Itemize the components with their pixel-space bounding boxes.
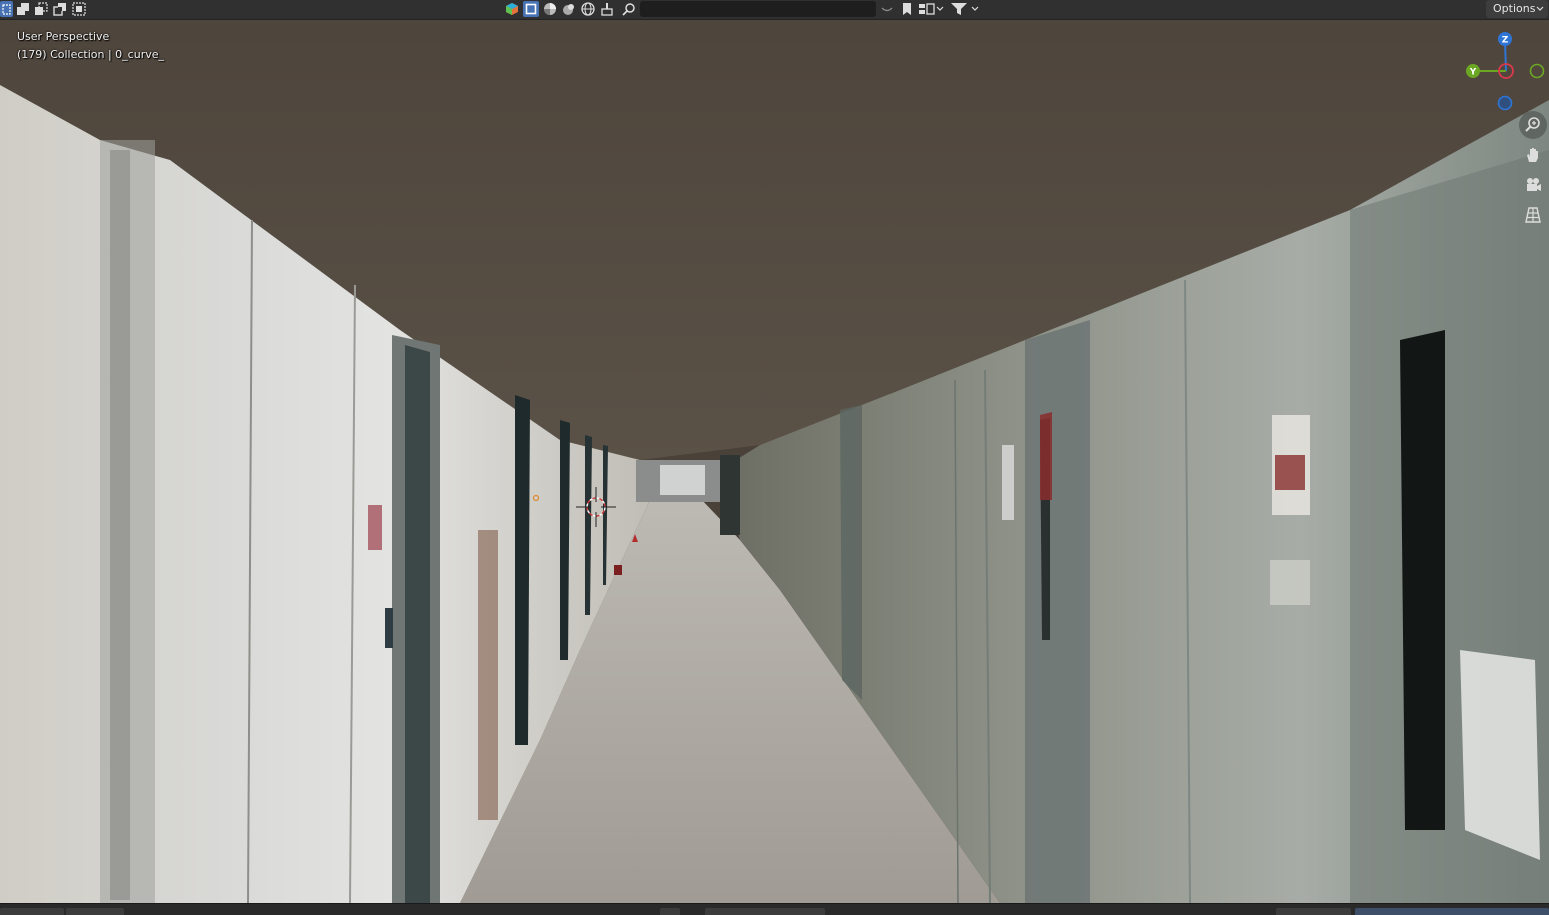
hide-toggle-icon[interactable]: [879, 1, 895, 17]
search-input[interactable]: [640, 1, 876, 17]
editor-type-tab[interactable]: [0, 908, 64, 915]
playback-button[interactable]: [660, 908, 680, 915]
pan-hand-icon[interactable]: [1519, 141, 1547, 169]
gizmo-neg-y: [1529, 63, 1545, 79]
viewport-header: Options: [0, 0, 1549, 20]
search-icon: [621, 1, 637, 17]
3d-viewport[interactable]: User Perspective (179) Collection | 0_cu…: [0, 20, 1549, 903]
solid-shading-icon[interactable]: [523, 1, 539, 17]
gizmo-neg-z: [1497, 95, 1513, 111]
display-filter-dropdown-icon[interactable]: [918, 1, 944, 17]
zoom-icon[interactable]: [1519, 111, 1547, 139]
filter-dropdown-icon[interactable]: [950, 1, 980, 17]
wireframe-icon[interactable]: [580, 1, 596, 17]
bookmark-icon[interactable]: [899, 1, 915, 17]
blender-window: Options User Perspective (179) Collectio…: [0, 0, 1549, 915]
gizmo-z-label: Z: [1502, 36, 1509, 46]
select-difference-icon[interactable]: [52, 1, 68, 17]
gizmo-y-label: Y: [1469, 68, 1477, 78]
overlay-icon[interactable]: [504, 1, 520, 17]
menu-tab[interactable]: [66, 908, 124, 915]
object-info-label: (179) Collection | 0_curve_: [17, 48, 165, 61]
view-name-label: User Perspective: [17, 30, 110, 43]
brush-icon[interactable]: [599, 1, 615, 17]
playback-controls[interactable]: [705, 908, 825, 915]
hallway-scene: [0, 20, 1549, 903]
camera-icon[interactable]: [1519, 171, 1547, 199]
select-box-icon[interactable]: [0, 1, 13, 17]
options-dropdown[interactable]: Options: [1486, 0, 1548, 18]
navigation-gizmo[interactable]: Z Y: [1460, 30, 1548, 118]
options-label: Options: [1493, 2, 1536, 15]
grid-icon[interactable]: [1519, 201, 1547, 229]
select-invert-icon[interactable]: [71, 1, 87, 17]
rendered-icon[interactable]: [561, 1, 577, 17]
select-extend-icon[interactable]: [15, 1, 31, 17]
material-preview-icon[interactable]: [542, 1, 558, 17]
select-subtract-icon[interactable]: [33, 1, 49, 17]
frame-field[interactable]: [1276, 908, 1351, 915]
timeline-header-strip: [0, 903, 1549, 915]
frame-range-field[interactable]: [1355, 908, 1549, 915]
